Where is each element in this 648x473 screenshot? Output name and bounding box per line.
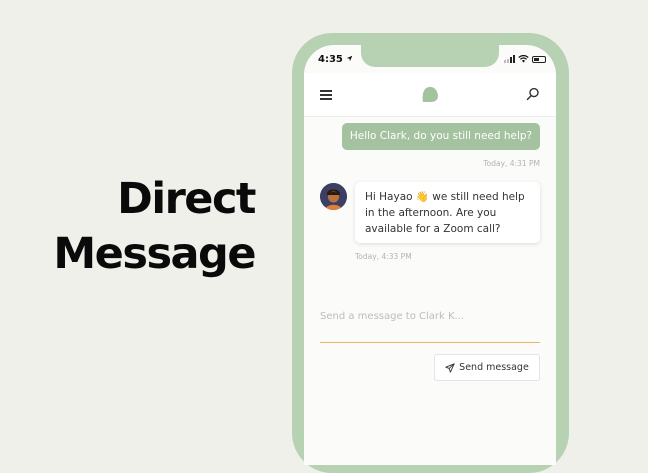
search-icon[interactable]	[526, 87, 540, 101]
headline: Direct Message	[53, 172, 256, 282]
status-bar-time: 4:35	[318, 54, 353, 65]
battery-icon	[532, 55, 546, 63]
incoming-message-bubble: Hi Hayao 👋 we still need help in the aft…	[355, 182, 540, 243]
incoming-message-line-3: available for a Zoom call?	[365, 223, 501, 235]
phone-screen: 4:35 Hello Clark, do you still need help…	[304, 45, 556, 465]
message-input[interactable]	[320, 303, 540, 343]
contact-avatar	[320, 183, 347, 210]
status-bar-icons	[504, 55, 546, 63]
wifi-icon	[518, 55, 529, 63]
signal-icon	[504, 55, 515, 63]
location-arrow-icon	[347, 55, 353, 62]
avatar-illustration	[320, 183, 347, 210]
headline-line-2: Message	[53, 229, 256, 279]
headline-line-1: Direct	[117, 174, 256, 224]
app-logo-icon	[422, 86, 438, 102]
send-message-label: Send message	[459, 362, 529, 373]
incoming-message-line-2: in the afternoon. Are you	[365, 207, 497, 219]
menu-icon[interactable]	[320, 90, 332, 100]
send-icon	[445, 362, 455, 373]
incoming-message-timestamp: Today, 4:33 PM	[355, 252, 412, 261]
send-message-button[interactable]: Send message	[434, 354, 540, 381]
incoming-message-line-1: Hi Hayao 👋 we still need help	[365, 191, 525, 203]
phone-notch	[361, 45, 499, 67]
outgoing-message-timestamp: Today, 4:31 PM	[483, 159, 540, 168]
top-nav-bar	[304, 73, 556, 117]
outgoing-message-bubble: Hello Clark, do you still need help?	[342, 123, 540, 150]
status-time-text: 4:35	[318, 54, 343, 65]
